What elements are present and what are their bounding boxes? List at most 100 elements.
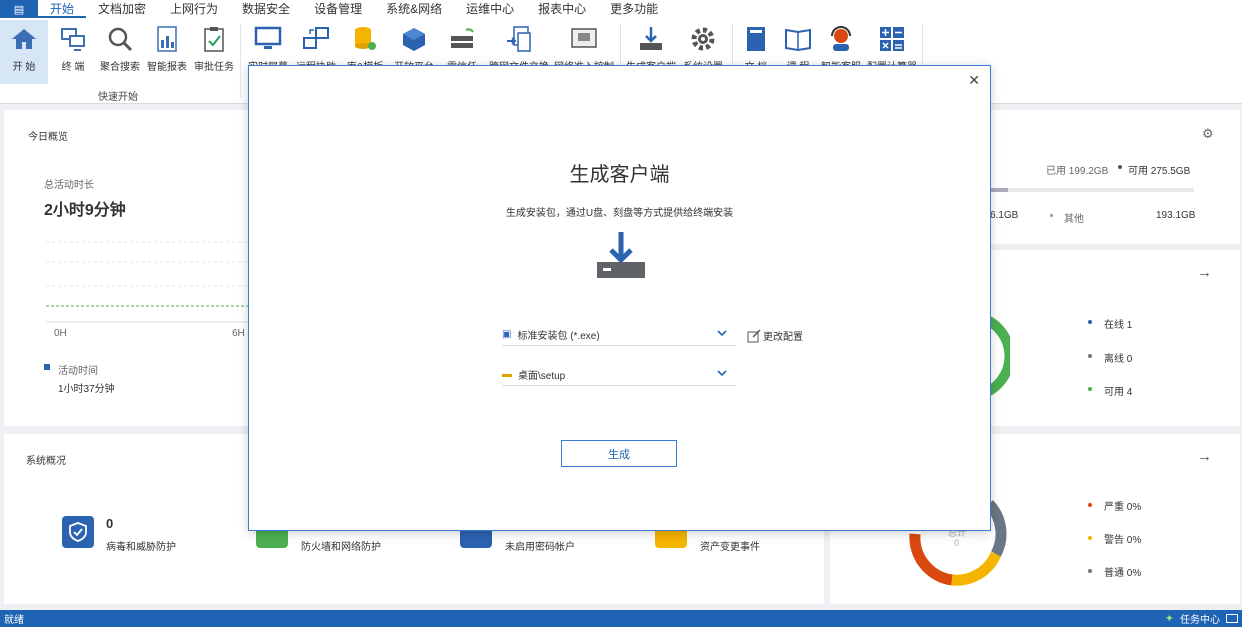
storage-partial: 6.1GB [990,210,1019,221]
edit-config-label: 更改配置 [763,332,803,343]
terminals-available: 可用 4 [1104,387,1133,398]
search-icon [105,24,135,54]
other-dot [1050,214,1053,217]
arrow-right-icon[interactable]: → [1197,264,1212,281]
network-access-icon [569,24,599,54]
legend-label: 活动时间 [58,366,98,377]
system-title: 系统概况 [26,456,66,467]
edit-icon [747,328,761,342]
menu-bar: ▤ 开始 文档加密 上网行为 数据安全 设备管理 系统&网络 运维中心 报表中心… [0,0,1242,18]
gear-icon [688,24,718,54]
system-item-password: 未启用密码帐户 [505,542,575,553]
monitor-icon [253,24,283,54]
shield-icon [62,516,94,548]
warning-dot [1088,536,1092,540]
storage-dot [1118,165,1122,169]
generate-button[interactable]: 生成 [561,440,677,467]
today-title: 今日概览 [28,132,68,143]
terminals-online: 在线 1 [1104,320,1133,331]
output-path-select[interactable]: ▬ 桌面\setup [502,364,736,386]
menu-ops-center[interactable]: 运维中心 [454,0,526,18]
status-text: 就绪 [4,615,24,626]
ribbon-separator [240,24,241,98]
system-item-virus: 病毒和威胁防护 [106,542,176,553]
approval-icon [199,24,229,54]
ribbon-group-label: 快速开始 [98,92,138,103]
edit-config-button[interactable]: 更改配置 [747,328,803,343]
ribbon-terminals-label: 终 端 [61,62,85,73]
system-item-asset: 资产变更事件 [700,542,760,553]
activity-chart [46,241,254,323]
ribbon-report-button[interactable]: 智能报表 [146,20,188,84]
ribbon-search-button[interactable]: 聚合搜索 [98,20,142,84]
app-menu-icon[interactable]: ▤ [0,0,38,18]
folder-icon: ▬ [502,369,512,380]
severe-dot [1088,503,1092,507]
ribbon-report-label: 智能报表 [147,62,187,73]
normal-dot [1088,569,1092,573]
download-icon [636,24,666,54]
report-icon [152,24,182,54]
download-icon [593,228,649,284]
status-bar: 就绪 ✦ 任务中心 [0,610,1242,627]
ribbon-start-button[interactable]: 开 始 [0,20,48,84]
total-duration-value: 2小时9分钟 [44,202,126,219]
offline-dot [1088,354,1092,358]
axis-label-0h: 0H [54,328,67,339]
output-path-value: 桌面\setup [518,371,566,382]
alerts-total-value: 0 [954,538,960,548]
package-type-select[interactable]: ▣ 标准安装包 (*.exe) [502,324,736,346]
storage-bar [990,188,1194,192]
package-type-value: 标准安装包 (*.exe) [517,331,600,342]
window-icon[interactable] [1226,614,1238,623]
terminals-icon [58,24,88,54]
legend-swatch [44,364,50,370]
support-icon [826,24,856,54]
arrow-right-icon[interactable]: → [1197,448,1212,465]
menu-data-security[interactable]: 数据安全 [230,0,302,18]
document-icon [741,24,771,54]
alert-warning: 警告 0% [1104,535,1142,546]
alert-severe: 严重 0% [1104,502,1142,513]
storage-free: 可用 275.5GB [1128,166,1191,177]
task-center-label[interactable]: 任务中心 [1180,611,1220,626]
total-duration-label: 总活动时长 [44,180,94,191]
database-icon [350,24,380,54]
package-icon: ▣ [502,329,512,340]
ribbon-approval-label: 审批任务 [194,62,234,73]
gear-icon[interactable]: ⚙ [1202,126,1216,141]
available-dot [1088,387,1092,391]
book-icon [783,24,813,54]
home-icon [9,24,39,54]
calculator-icon [877,24,907,54]
legend-value: 1小时37分钟 [58,384,115,395]
chevron-down-icon [717,330,727,337]
chevron-down-icon [717,370,727,377]
remote-icon [301,24,331,54]
menu-web-behavior[interactable]: 上网行为 [158,0,230,18]
dialog-title: 生成客户端 [569,164,670,186]
online-dot [1088,320,1092,324]
ribbon-terminals-button[interactable]: 终 端 [52,20,94,84]
menu-device-mgmt[interactable]: 设备管理 [302,0,374,18]
terminals-offline: 离线 0 [1104,354,1133,365]
menu-report-center[interactable]: 报表中心 [526,0,598,18]
cube-icon [399,24,429,54]
ribbon-approval-button[interactable]: 审批任务 [192,20,236,84]
axis-label-6h: 6H [232,328,245,339]
menu-system-network[interactable]: 系统&网络 [374,0,454,18]
system-item-firewall: 防火墙和网络防护 [301,542,381,553]
ribbon-start-label: 开 始 [12,62,36,73]
task-center-icon: ✦ [1164,613,1174,625]
dialog-subtitle: 生成安装包，通过U盘、刻盘等方式提供给终端安装 [505,208,734,219]
storage-other-label: 其他 [1064,214,1084,225]
alert-normal: 普通 0% [1104,568,1142,579]
menu-doc-encrypt[interactable]: 文档加密 [86,0,158,18]
zero-trust-icon [447,24,477,54]
threat-count: 0 [106,516,114,531]
close-icon[interactable]: ✕ [968,72,980,89]
menu-more[interactable]: 更多功能 [598,0,670,18]
ribbon-search-label: 聚合搜索 [100,62,140,73]
storage-used: 已用 199.2GB [1046,166,1109,177]
menu-start[interactable]: 开始 [38,0,87,18]
